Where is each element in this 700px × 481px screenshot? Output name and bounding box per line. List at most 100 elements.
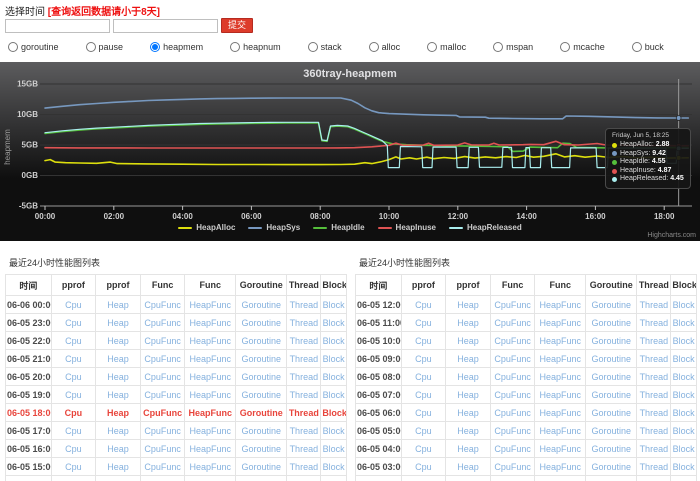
radio-mspan[interactable] — [493, 42, 503, 52]
cpu-link[interactable]: Cpu — [65, 426, 82, 436]
cpu-link[interactable]: Cpu — [65, 462, 82, 472]
heap-link[interactable]: Heap — [107, 408, 129, 418]
heap-link[interactable]: Heap — [107, 390, 129, 400]
goroutine-link[interactable]: Goroutine — [241, 300, 281, 310]
cpu-link[interactable]: Cpu — [65, 336, 82, 346]
cpu-link[interactable]: Cpu — [415, 336, 432, 346]
cpufunc-link[interactable]: CpuFunc — [494, 462, 531, 472]
thread-link[interactable]: Thread — [290, 354, 319, 364]
block-link[interactable]: Block — [323, 336, 345, 346]
heapfunc-link[interactable]: HeapFunc — [539, 354, 581, 364]
block-link[interactable]: Block — [323, 462, 345, 472]
cpu-link[interactable]: Cpu — [65, 318, 82, 328]
block-link[interactable]: Block — [323, 372, 345, 382]
radio-stack[interactable] — [308, 42, 318, 52]
cpufunc-link[interactable]: CpuFunc — [494, 354, 531, 364]
radio-goroutine[interactable] — [8, 42, 18, 52]
goroutine-link[interactable]: Goroutine — [591, 390, 631, 400]
block-link[interactable]: Block — [673, 426, 695, 436]
cpu-link[interactable]: Cpu — [65, 372, 82, 382]
block-link[interactable]: Block — [673, 462, 695, 472]
cpufunc-link[interactable]: CpuFunc — [144, 426, 181, 436]
radio-mcache[interactable] — [560, 42, 570, 52]
cpu-link[interactable]: Cpu — [65, 408, 83, 418]
radio-option-pause[interactable]: pause — [86, 42, 124, 52]
radio-option-heapmem[interactable]: heapmem — [150, 42, 203, 52]
heapfunc-link[interactable]: HeapFunc — [539, 408, 581, 418]
goroutine-link[interactable]: Goroutine — [241, 354, 281, 364]
cpufunc-link[interactable]: CpuFunc — [143, 408, 182, 418]
block-link[interactable]: Block — [673, 336, 695, 346]
cpu-link[interactable]: Cpu — [65, 354, 82, 364]
radio-alloc[interactable] — [369, 42, 379, 52]
goroutine-link[interactable]: Goroutine — [591, 318, 631, 328]
thread-link[interactable]: Thread — [290, 318, 319, 328]
block-link[interactable]: Block — [673, 408, 695, 418]
heap-link[interactable]: Heap — [457, 390, 479, 400]
thread-link[interactable]: Thread — [290, 372, 319, 382]
radio-heapnum[interactable] — [230, 42, 240, 52]
cpufunc-link[interactable]: CpuFunc — [144, 444, 181, 454]
block-link[interactable]: Block — [673, 390, 695, 400]
radio-option-mspan[interactable]: mspan — [493, 42, 533, 52]
thread-link[interactable]: Thread — [290, 444, 319, 454]
heapmem-chart-svg[interactable]: 15GB10GB5GB0GB-5GB00:0002:0004:0006:0008… — [0, 62, 700, 241]
cpufunc-link[interactable]: CpuFunc — [144, 372, 181, 382]
cpu-link[interactable]: Cpu — [65, 444, 82, 454]
heapfunc-link[interactable]: HeapFunc — [539, 336, 581, 346]
thread-link[interactable]: Thread — [289, 408, 319, 418]
block-link[interactable]: Block — [323, 354, 345, 364]
cpufunc-link[interactable]: CpuFunc — [144, 390, 181, 400]
block-link[interactable]: Block — [323, 444, 345, 454]
heapfunc-link[interactable]: HeapFunc — [189, 336, 231, 346]
heap-link[interactable]: Heap — [457, 444, 479, 454]
radio-option-alloc[interactable]: alloc — [369, 42, 401, 52]
cpufunc-link[interactable]: CpuFunc — [494, 336, 531, 346]
block-link[interactable]: Block — [673, 354, 695, 364]
submit-button[interactable]: 提交 — [221, 18, 253, 33]
cpufunc-link[interactable]: CpuFunc — [144, 462, 181, 472]
goroutine-link[interactable]: Goroutine — [591, 426, 631, 436]
radio-malloc[interactable] — [427, 42, 437, 52]
block-link[interactable]: Block — [673, 300, 695, 310]
heapfunc-link[interactable]: HeapFunc — [539, 462, 581, 472]
heap-link[interactable]: Heap — [457, 300, 479, 310]
block-link[interactable]: Block — [323, 300, 345, 310]
heapfunc-link[interactable]: HeapFunc — [539, 300, 581, 310]
heap-link[interactable]: Heap — [457, 462, 479, 472]
block-link[interactable]: Block — [323, 318, 345, 328]
thread-link[interactable]: Thread — [640, 300, 669, 310]
radio-pause[interactable] — [86, 42, 96, 52]
cpufunc-link[interactable]: CpuFunc — [494, 426, 531, 436]
heapfunc-link[interactable]: HeapFunc — [189, 300, 231, 310]
legend-item-heapreleased[interactable]: HeapReleased — [449, 223, 522, 232]
cpu-link[interactable]: Cpu — [415, 300, 432, 310]
goroutine-link[interactable]: Goroutine — [241, 426, 281, 436]
heap-link[interactable]: Heap — [107, 318, 129, 328]
cpufunc-link[interactable]: CpuFunc — [494, 300, 531, 310]
goroutine-link[interactable]: Goroutine — [591, 372, 631, 382]
cpufunc-link[interactable]: CpuFunc — [494, 408, 531, 418]
radio-option-goroutine[interactable]: goroutine — [8, 42, 59, 52]
heapfunc-link[interactable]: HeapFunc — [189, 426, 231, 436]
radio-option-malloc[interactable]: malloc — [427, 42, 466, 52]
heapfunc-link[interactable]: HeapFunc — [189, 318, 231, 328]
heap-link[interactable]: Heap — [457, 318, 479, 328]
goroutine-link[interactable]: Goroutine — [591, 354, 631, 364]
radio-option-mcache[interactable]: mcache — [560, 42, 605, 52]
block-link[interactable]: Block — [323, 390, 345, 400]
heap-link[interactable]: Heap — [107, 336, 129, 346]
cpufunc-link[interactable]: CpuFunc — [144, 318, 181, 328]
thread-link[interactable]: Thread — [290, 300, 319, 310]
heapfunc-link[interactable]: HeapFunc — [539, 444, 581, 454]
heap-link[interactable]: Heap — [107, 354, 129, 364]
thread-link[interactable]: Thread — [640, 462, 669, 472]
block-link[interactable]: Block — [673, 318, 695, 328]
thread-link[interactable]: Thread — [640, 318, 669, 328]
cpu-link[interactable]: Cpu — [65, 300, 82, 310]
goroutine-link[interactable]: Goroutine — [241, 462, 281, 472]
cpufunc-link[interactable]: CpuFunc — [494, 318, 531, 328]
legend-item-heapidle[interactable]: HeapIdle — [313, 223, 364, 232]
thread-link[interactable]: Thread — [640, 408, 669, 418]
cpu-link[interactable]: Cpu — [415, 444, 432, 454]
